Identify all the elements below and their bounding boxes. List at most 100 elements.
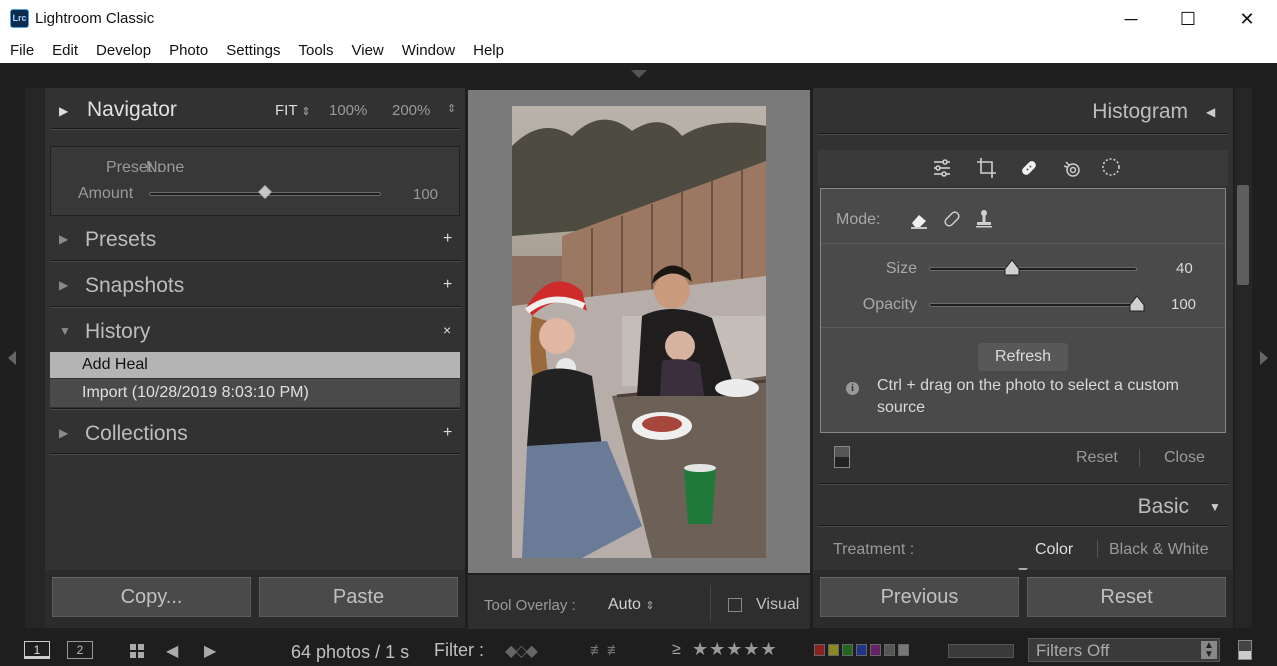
- photo-count[interactable]: 64 photos / 1 s: [291, 642, 413, 663]
- right-scrollbar[interactable]: [1235, 88, 1252, 628]
- left-panel-toggle-icon[interactable]: [8, 351, 16, 365]
- paste-button[interactable]: Paste: [259, 577, 458, 617]
- zoom-fit[interactable]: FIT ⇕: [275, 102, 311, 119]
- presets-title[interactable]: Presets: [85, 228, 156, 252]
- presets-expand-icon[interactable]: ▶: [59, 232, 68, 246]
- history-title[interactable]: History: [85, 320, 150, 344]
- maximize-button[interactable]: ☐: [1165, 4, 1211, 34]
- size-value[interactable]: 40: [1176, 260, 1193, 277]
- histogram-title[interactable]: Histogram: [1088, 100, 1188, 124]
- reset-button[interactable]: Reset: [1027, 577, 1226, 617]
- size-label: Size: [885, 260, 917, 277]
- rating-stars-icon[interactable]: ★★★★★: [692, 639, 778, 660]
- color-label-filter[interactable]: [814, 644, 924, 656]
- refresh-button[interactable]: Refresh: [978, 343, 1068, 371]
- app-logo-icon: Lrc: [10, 9, 29, 28]
- size-slider[interactable]: [929, 267, 1137, 271]
- minimize-button[interactable]: ─: [1108, 4, 1154, 34]
- close-window-button[interactable]: ✕: [1224, 4, 1270, 34]
- filters-dropdown[interactable]: Filters Off ▲ ▼: [1028, 638, 1220, 662]
- close-link[interactable]: Close: [1164, 449, 1205, 467]
- menu-photo[interactable]: Photo: [160, 38, 217, 60]
- divider: [50, 408, 460, 410]
- divider: [1097, 540, 1098, 558]
- forward-arrow-icon[interactable]: ▶: [204, 641, 216, 661]
- clone-stamp-icon[interactable]: [975, 209, 993, 229]
- previous-button[interactable]: Previous: [820, 577, 1019, 617]
- navigator-title[interactable]: Navigator: [87, 98, 177, 122]
- preset-box: Preset : None Amount 100: [50, 146, 460, 216]
- add-collection-icon[interactable]: +: [443, 424, 452, 442]
- history-item-selected[interactable]: Add Heal: [50, 352, 460, 378]
- scrollbar-thumb[interactable]: [1237, 185, 1249, 285]
- navigator-expand-icon[interactable]: ▶: [59, 104, 68, 118]
- crop-icon[interactable]: [976, 157, 996, 179]
- history-collapse-icon[interactable]: ▼: [59, 324, 71, 338]
- history-item[interactable]: Import (10/28/2019 8:03:10 PM): [50, 379, 460, 407]
- menu-file[interactable]: File: [1, 38, 43, 60]
- snapshots-title[interactable]: Snapshots: [85, 274, 184, 298]
- amount-value: 100: [413, 186, 439, 203]
- collections-expand-icon[interactable]: ▶: [59, 426, 68, 440]
- kind-filter-icon[interactable]: [948, 644, 1014, 658]
- edit-sliders-icon[interactable]: [932, 158, 952, 178]
- opacity-value[interactable]: 100: [1171, 296, 1196, 313]
- treatment-color[interactable]: Color: [1035, 541, 1073, 559]
- main-window-button[interactable]: 1: [24, 641, 50, 659]
- visual-checkbox[interactable]: [728, 598, 742, 612]
- tool-overlay-dropdown[interactable]: Auto ⇕: [608, 596, 655, 614]
- zoom-200[interactable]: 200%: [392, 102, 430, 119]
- filmstrip-bar: 1 2 ◀ ▶ 64 photos / 1 s Filter : ◆◇◆ ≢≢ …: [0, 633, 1277, 666]
- flag-filter-icon[interactable]: ◆◇◆: [505, 641, 538, 661]
- menu-edit[interactable]: Edit: [43, 38, 87, 60]
- photo-canvas[interactable]: [468, 90, 810, 573]
- workspace: ▶ Navigator FIT ⇕ 100% 200% ⇕ Preset : N…: [0, 63, 1277, 666]
- menu-help[interactable]: Help: [464, 38, 513, 60]
- second-window-button[interactable]: 2: [67, 641, 93, 659]
- copy-button[interactable]: Copy...: [52, 577, 251, 617]
- add-snapshot-icon[interactable]: +: [443, 276, 452, 294]
- menu-develop[interactable]: Develop: [87, 38, 160, 60]
- basic-title[interactable]: Basic: [1103, 495, 1189, 519]
- size-slider-thumb[interactable]: [1004, 259, 1020, 277]
- snapshots-expand-icon[interactable]: ▶: [59, 278, 68, 292]
- left-panel: ▶ Navigator FIT ⇕ 100% 200% ⇕ Preset : N…: [45, 88, 465, 628]
- zoom-menu-icon[interactable]: ⇕: [447, 102, 456, 115]
- red-eye-icon[interactable]: [1062, 158, 1084, 178]
- healing-icon[interactable]: [1018, 157, 1040, 179]
- basic-collapse-icon[interactable]: ▼: [1209, 500, 1221, 514]
- rating-operator[interactable]: ≥: [672, 641, 681, 659]
- clear-history-icon[interactable]: ×: [443, 322, 451, 338]
- menu-tools[interactable]: Tools: [289, 38, 342, 60]
- zoom-100[interactable]: 100%: [329, 102, 367, 119]
- menu-settings[interactable]: Settings: [217, 38, 289, 60]
- amount-slider-thumb[interactable]: [257, 184, 273, 201]
- menu-window[interactable]: Window: [393, 38, 464, 60]
- back-arrow-icon[interactable]: ◀: [166, 641, 178, 661]
- divider: [1139, 449, 1140, 467]
- divider: [821, 243, 1225, 244]
- histogram-collapse-icon[interactable]: ◀: [1206, 105, 1215, 119]
- right-panel-toggle-icon[interactable]: [1260, 351, 1268, 365]
- mask-toggle-icon[interactable]: [834, 446, 850, 468]
- history-item-label: Add Heal: [82, 356, 148, 373]
- heal-mode-icon[interactable]: [942, 209, 962, 229]
- grid-icon[interactable]: [130, 644, 144, 658]
- collections-title[interactable]: Collections: [85, 422, 188, 446]
- filter-label: Filter :: [434, 640, 485, 660]
- add-preset-icon[interactable]: +: [443, 230, 452, 248]
- eraser-icon[interactable]: [909, 211, 929, 229]
- menu-view[interactable]: View: [343, 38, 393, 60]
- opacity-slider[interactable]: [929, 303, 1137, 307]
- reset-link[interactable]: Reset: [1076, 449, 1118, 467]
- top-panel-toggle-icon[interactable]: [631, 70, 647, 78]
- divider: [710, 585, 711, 621]
- tool-overlay-label: Tool Overlay :: [484, 597, 576, 614]
- filmstrip-toggle-icon[interactable]: [1238, 640, 1252, 660]
- opacity-slider-thumb[interactable]: [1129, 295, 1145, 313]
- masking-icon[interactable]: [1100, 156, 1122, 178]
- preset-value[interactable]: None: [146, 159, 184, 177]
- treatment-bw[interactable]: Black & White: [1109, 541, 1209, 559]
- edited-filter-icon[interactable]: ≢≢: [590, 642, 624, 659]
- photo-image[interactable]: [512, 106, 766, 558]
